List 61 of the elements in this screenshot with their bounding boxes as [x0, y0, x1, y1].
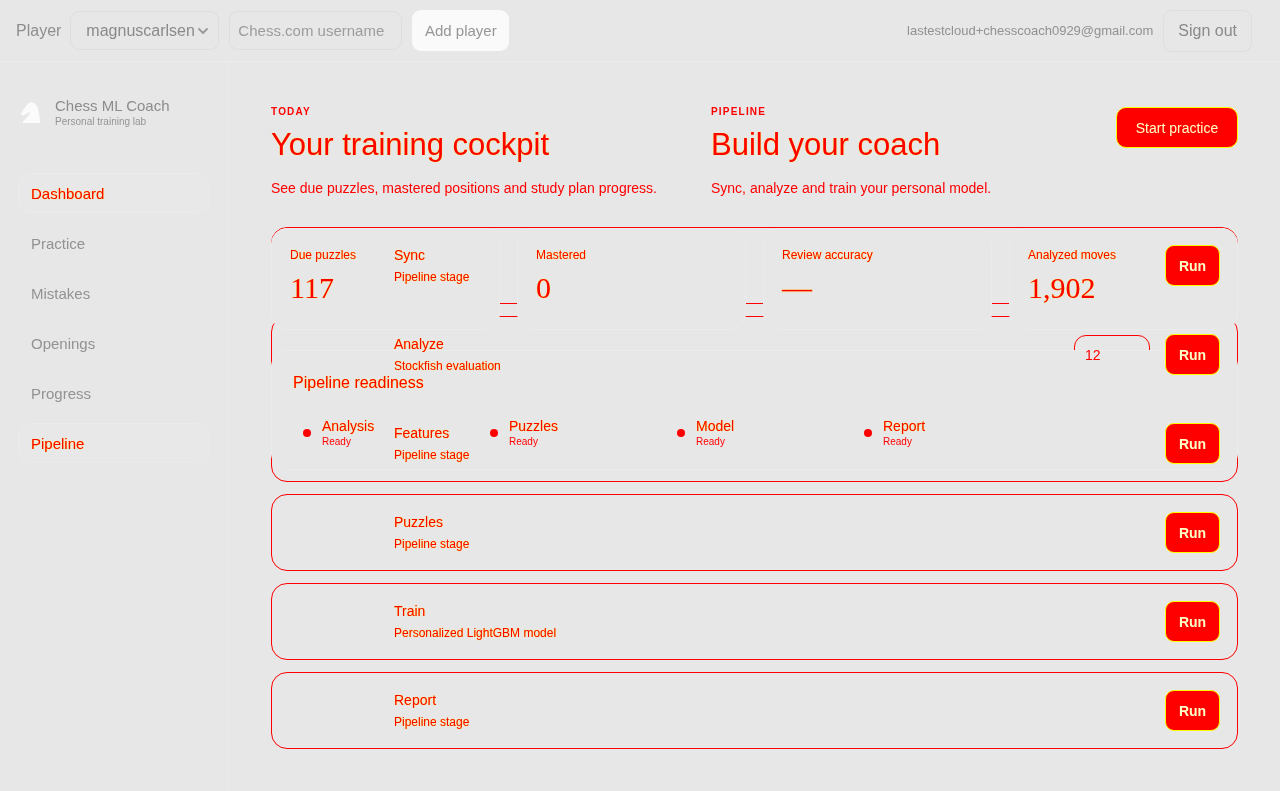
readiness-name: Model [696, 417, 735, 435]
page-title: Your training cockpit [271, 126, 550, 164]
stat-label: Analyzed moves [1028, 247, 1117, 263]
readiness-name: Analysis [322, 417, 375, 435]
run-button[interactable]: Run [1165, 334, 1220, 375]
page-subtitle: See due puzzles, mastered positions and study plan progress. [271, 179, 657, 198]
player-select[interactable]: magnuscarlsen [70, 11, 220, 50]
readiness-status: Ready [509, 435, 538, 448]
player-label: Player [16, 21, 62, 40]
stage-name: Report [394, 691, 437, 709]
readiness-status: Ready [883, 435, 912, 448]
run-button[interactable]: Run [1165, 690, 1220, 731]
run-button[interactable]: Run [1165, 601, 1220, 642]
page-subtitle: Sync, analyze and train your personal model. [711, 179, 992, 198]
nav-item[interactable]: Progress [18, 373, 210, 413]
run-button[interactable]: Run [1165, 423, 1220, 464]
stage-description: Pipeline stage [394, 714, 470, 730]
readiness-name: Report [883, 417, 926, 435]
readiness-name: Puzzles [509, 417, 559, 435]
stage-name: Features [394, 424, 450, 442]
page-title: Build your coach [711, 126, 941, 164]
stat-value: 117 [290, 270, 334, 306]
start-practice-button[interactable]: Start practice [1116, 107, 1238, 148]
stat-label: Due puzzles [290, 247, 357, 263]
run-button[interactable]: Run [1165, 245, 1220, 286]
stage-description: Personalized LightGBM model [394, 625, 557, 641]
stage-name: Sync [394, 246, 426, 264]
nav-item[interactable]: Mistakes [18, 273, 210, 313]
status-dot-icon [303, 428, 311, 437]
stat-value: 1,902 [1028, 270, 1096, 306]
section-eyebrow: PIPELINE [711, 106, 767, 118]
stat-value: 0 [536, 270, 551, 306]
stage-description: Stockfish evaluation [394, 358, 501, 374]
status-dot-icon [864, 428, 872, 437]
app-name: Chess ML Coach [55, 96, 170, 115]
stage-name: Analyze [394, 335, 444, 353]
nav-item[interactable]: Pipeline [18, 423, 210, 463]
section-eyebrow: TODAY [271, 106, 311, 118]
username-field[interactable]: Chess.com username [229, 11, 403, 50]
add-player-button[interactable]: Add player [412, 10, 510, 51]
stage-description: Pipeline stage [394, 536, 470, 552]
nav-item[interactable]: Dashboard [18, 173, 210, 213]
run-button[interactable]: Run [1165, 512, 1220, 553]
status-dot-icon [490, 428, 498, 437]
stat-label: Mastered [536, 247, 587, 263]
stat-value: — [782, 270, 812, 306]
stage-description: Pipeline stage [394, 447, 470, 463]
stage-name: Train [394, 602, 426, 620]
account-email: lastestcloud+chesscoach0929@gmail.com [907, 23, 1154, 38]
readiness-status: Ready [696, 435, 725, 448]
sign-out-button[interactable]: Sign out [1163, 9, 1252, 52]
readiness-status: Ready [322, 435, 351, 448]
chevron-icon [198, 27, 209, 34]
stat-label: Review accuracy [782, 247, 873, 263]
nav-item[interactable]: Openings [18, 323, 210, 363]
stage-name: Puzzles [394, 513, 444, 531]
stage-description: Pipeline stage [394, 269, 470, 285]
status-dot-icon [677, 428, 685, 437]
nav-item[interactable]: Practice [18, 223, 210, 263]
card-title: Pipeline readiness [293, 373, 424, 393]
app-tagline: Personal training lab [55, 115, 148, 128]
